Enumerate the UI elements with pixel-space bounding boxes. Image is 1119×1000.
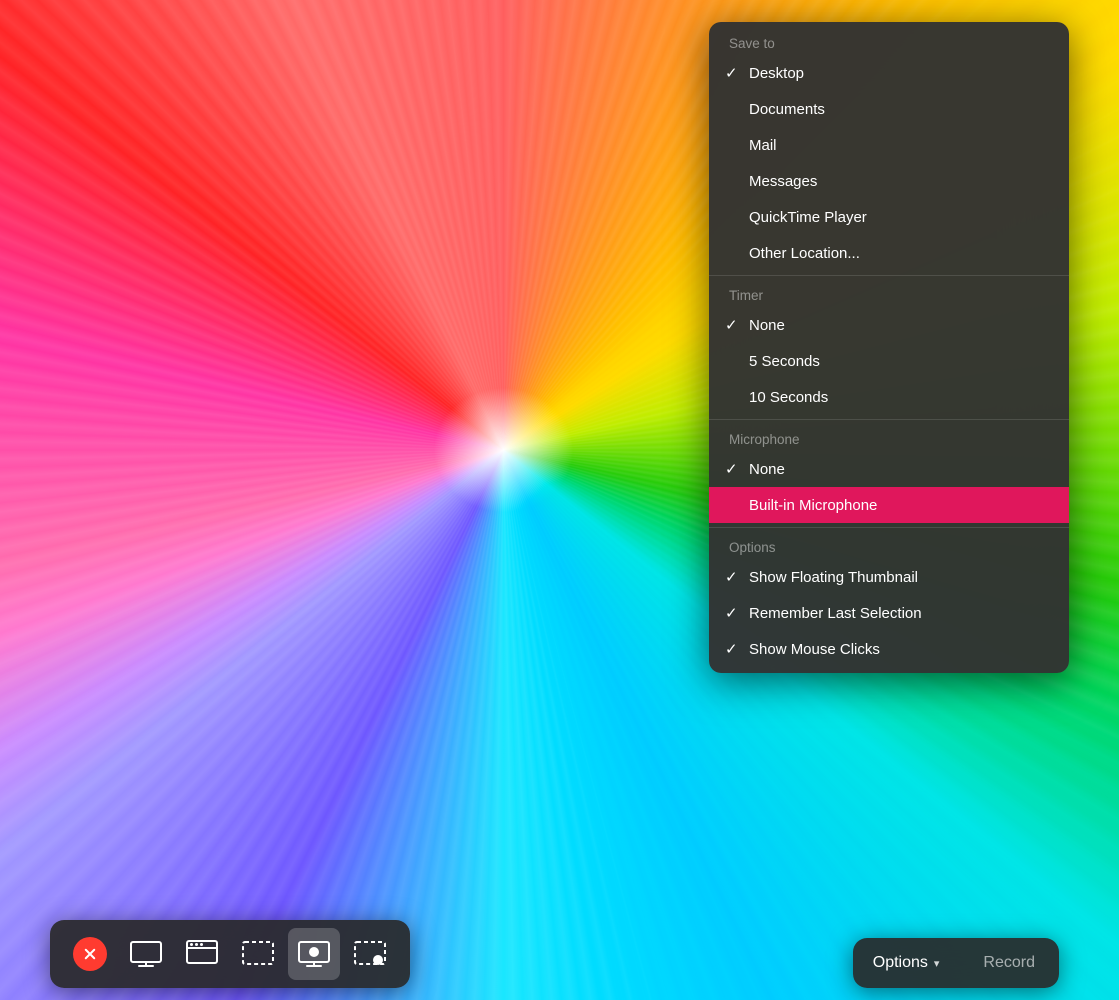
menu-item-timer-10s[interactable]: 10 Seconds (709, 379, 1069, 415)
menu-item-documents-text: Documents (749, 101, 1049, 118)
options-label: Options (709, 532, 1069, 559)
close-icon (73, 937, 107, 971)
menu-item-quicktime[interactable]: QuickTime Player (709, 199, 1069, 235)
menu-item-timer-10s-text: 10 Seconds (749, 389, 1049, 406)
checkmark-show-floating-thumbnail: ✓ (725, 568, 749, 586)
menu-item-timer-none[interactable]: ✓ None (709, 307, 1069, 343)
screen-icon (128, 936, 164, 972)
menu-item-mail-text: Mail (749, 137, 1049, 154)
save-to-label: Save to (709, 28, 1069, 55)
microphone-label: Microphone (709, 424, 1069, 451)
options-button[interactable]: Options ▾ (853, 944, 960, 982)
capture-screen-button[interactable] (120, 928, 172, 980)
menu-item-mail[interactable]: Mail (709, 127, 1069, 163)
divider-1 (709, 275, 1069, 276)
capture-selection-button[interactable] (232, 928, 284, 980)
checkmark-show-mouse-clicks: ✓ (725, 640, 749, 658)
record-screen-icon (296, 936, 332, 972)
selection-icon (240, 936, 276, 972)
menu-item-other-location[interactable]: Other Location... (709, 235, 1069, 271)
menu-item-desktop-text: Desktop (749, 65, 1049, 82)
checkmark-desktop: ✓ (725, 64, 749, 82)
capture-window-button[interactable] (176, 928, 228, 980)
record-screen-button[interactable] (288, 928, 340, 980)
menu-item-timer-5s[interactable]: 5 Seconds (709, 343, 1069, 379)
menu-item-mic-builtin[interactable]: Built-in Microphone (709, 487, 1069, 523)
menu-item-messages-text: Messages (749, 173, 1049, 190)
divider-3 (709, 527, 1069, 528)
bottom-right-buttons: Options ▾ Record (853, 938, 1059, 988)
close-button[interactable] (64, 928, 116, 980)
dropdown-menu: Save to ✓ Desktop Documents Mail Message… (709, 22, 1069, 673)
menu-item-timer-none-text: None (749, 317, 1049, 334)
menu-item-timer-5s-text: 5 Seconds (749, 353, 1049, 370)
menu-item-other-location-text: Other Location... (749, 245, 1049, 262)
chevron-down-icon: ▾ (934, 957, 940, 970)
menu-item-mic-none-text: None (749, 461, 1049, 478)
menu-item-show-mouse-clicks-text: Show Mouse Clicks (749, 641, 1049, 658)
menu-item-desktop[interactable]: ✓ Desktop (709, 55, 1069, 91)
record-label: Record (983, 954, 1035, 971)
checkmark-timer-none: ✓ (725, 316, 749, 334)
timer-label: Timer (709, 280, 1069, 307)
window-icon (184, 936, 220, 972)
menu-item-remember-last-selection-text: Remember Last Selection (749, 605, 1049, 622)
checkmark-mic-none: ✓ (725, 460, 749, 478)
record-selection-icon (352, 936, 388, 972)
menu-item-documents[interactable]: Documents (709, 91, 1069, 127)
options-label: Options (873, 954, 928, 972)
menu-item-remember-last-selection[interactable]: ✓ Remember Last Selection (709, 595, 1069, 631)
menu-item-quicktime-text: QuickTime Player (749, 209, 1049, 226)
menu-item-show-floating-thumbnail-text: Show Floating Thumbnail (749, 569, 1049, 586)
record-button[interactable]: Record (959, 944, 1059, 982)
menu-item-mic-builtin-text: Built-in Microphone (749, 497, 1049, 514)
menu-item-mic-none[interactable]: ✓ None (709, 451, 1069, 487)
record-selection-button[interactable] (344, 928, 396, 980)
toolbar (50, 920, 410, 988)
menu-item-show-mouse-clicks[interactable]: ✓ Show Mouse Clicks (709, 631, 1069, 667)
menu-item-show-floating-thumbnail[interactable]: ✓ Show Floating Thumbnail (709, 559, 1069, 595)
checkmark-remember-last-selection: ✓ (725, 604, 749, 622)
menu-item-messages[interactable]: Messages (709, 163, 1069, 199)
divider-2 (709, 419, 1069, 420)
